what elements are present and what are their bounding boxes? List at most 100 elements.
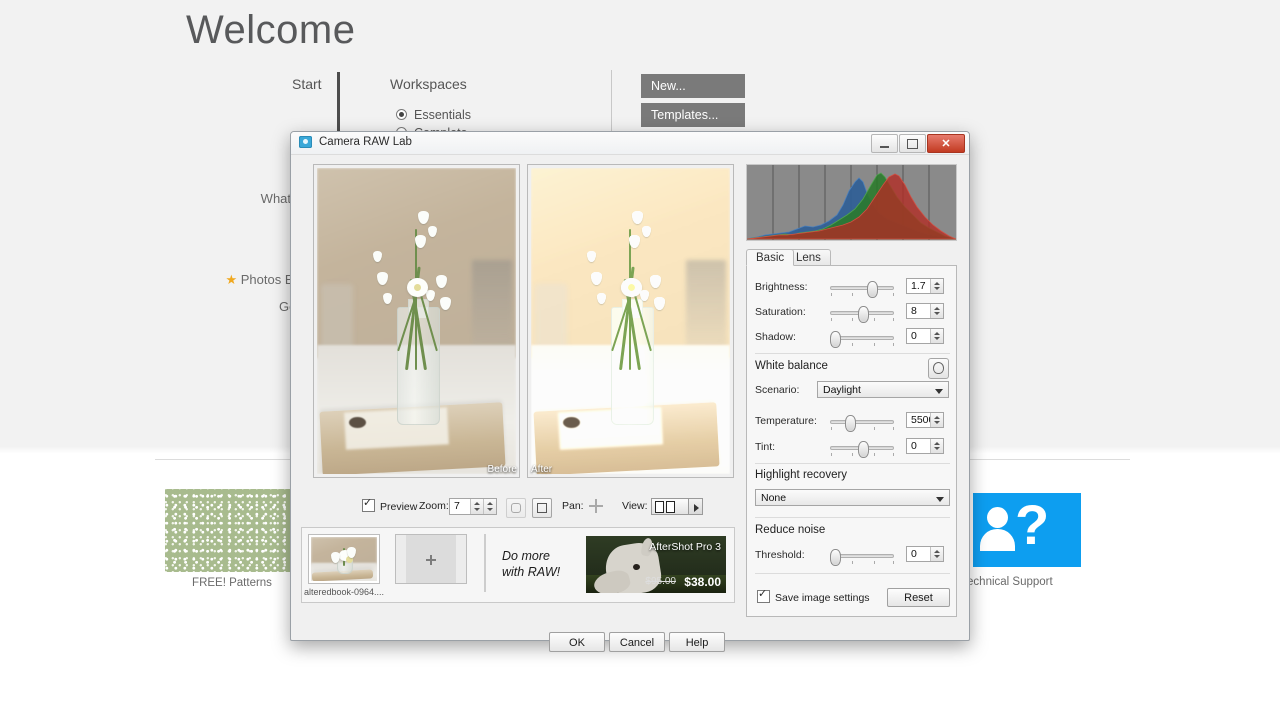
stepper-arrows[interactable] xyxy=(930,279,943,293)
basic-panel: Brightness: 1.7 Saturation: 8 Shadow: 0 … xyxy=(746,265,957,617)
dialog-titlebar[interactable]: Camera RAW Lab ✕ xyxy=(291,132,969,155)
divider-3 xyxy=(755,517,950,518)
tab-basic[interactable]: Basic xyxy=(746,249,795,266)
reset-button[interactable]: Reset xyxy=(887,588,950,607)
fit-to-window-button[interactable] xyxy=(506,498,526,518)
tint-stepper[interactable]: 0 xyxy=(906,438,944,454)
zoom-stepper[interactable]: 7 xyxy=(449,498,497,515)
highlight-recovery-value: None xyxy=(761,492,787,504)
slider-ticks xyxy=(830,293,895,296)
brightness-slider[interactable] xyxy=(830,281,895,298)
preview-checkbox-label: Preview xyxy=(380,501,418,513)
help-button[interactable]: Help xyxy=(669,632,725,652)
threshold-slider[interactable] xyxy=(830,549,895,566)
eyedropper-button[interactable] xyxy=(928,358,949,379)
thumbnail-scene xyxy=(311,537,377,581)
person-body-icon xyxy=(980,529,1015,551)
divider-2 xyxy=(755,463,950,464)
promo-old-price: $95.00 xyxy=(645,576,676,587)
tint-slider[interactable] xyxy=(830,441,895,458)
thumbnail-item[interactable] xyxy=(308,534,380,584)
temperature-slider[interactable] xyxy=(830,415,895,432)
shadow-row: Shadow: 0 xyxy=(747,328,958,348)
brightness-stepper[interactable]: 1.7 xyxy=(906,278,944,294)
shadow-stepper[interactable]: 0 xyxy=(906,328,944,344)
stepper-arrows[interactable] xyxy=(930,304,943,318)
close-button[interactable]: ✕ xyxy=(927,134,965,153)
zoom-spinner-arrows[interactable] xyxy=(470,499,483,514)
question-mark-icon: ? xyxy=(1015,493,1050,556)
new-button[interactable]: New... xyxy=(641,74,745,98)
camera-raw-lab-dialog: Camera RAW Lab ✕ Before After ✓Preview Z… xyxy=(290,131,970,652)
threshold-label: Threshold: xyxy=(755,549,805,561)
slider-thumb[interactable] xyxy=(857,441,869,458)
workspaces-label: Workspaces xyxy=(390,76,467,92)
slider-thumb[interactable] xyxy=(845,415,857,432)
saturation-slider[interactable] xyxy=(830,306,895,323)
minimize-icon xyxy=(880,145,889,148)
split-view-button[interactable] xyxy=(651,498,689,515)
stepper-arrows[interactable] xyxy=(930,439,943,453)
sidebar-link-get[interactable]: G xyxy=(190,245,300,260)
stepper-arrows[interactable] xyxy=(930,413,943,427)
dialog-body: Before After ✓Preview Zoom: 7 Pan: View:… xyxy=(291,155,969,652)
thumbnail-image xyxy=(311,537,377,581)
view-label: View: xyxy=(622,500,648,512)
zoom-dropdown-arrow[interactable] xyxy=(483,499,496,514)
save-image-settings-label: Save image settings xyxy=(775,592,870,604)
filmstrip-divider xyxy=(484,534,486,592)
before-image-inner xyxy=(317,168,516,474)
actual-size-button[interactable] xyxy=(532,498,552,518)
brightness-label: Brightness: xyxy=(755,281,808,293)
sidebar-link-photos-every[interactable]: ★ Photos Ev xyxy=(190,272,300,288)
threshold-stepper[interactable]: 0 xyxy=(906,546,944,562)
add-image-button[interactable] xyxy=(395,534,467,584)
saturation-stepper[interactable]: 8 xyxy=(906,303,944,319)
threshold-row: Threshold: 0 xyxy=(747,546,958,566)
stepper-arrows[interactable] xyxy=(930,329,943,343)
shadow-slider[interactable] xyxy=(830,331,895,348)
tint-value: 0 xyxy=(911,440,917,452)
photo-scene xyxy=(317,168,516,474)
before-preview-image[interactable]: Before xyxy=(313,164,520,478)
sidebar-link-get-started[interactable]: Get xyxy=(190,299,300,314)
sidebar-link-whats-new[interactable]: What's xyxy=(190,191,300,206)
zoom-label: Zoom: xyxy=(419,500,449,512)
nav-start-label[interactable]: Start xyxy=(292,76,322,92)
highlight-recovery-select[interactable]: None xyxy=(755,489,950,506)
pan-move-icon[interactable] xyxy=(588,498,604,514)
minimize-button[interactable] xyxy=(871,134,898,153)
scenario-select[interactable]: Daylight xyxy=(817,381,949,398)
save-image-settings-checkbox[interactable]: Save image settings xyxy=(757,587,870,604)
temperature-stepper[interactable]: 5500 xyxy=(906,412,944,428)
maximize-icon xyxy=(907,138,918,149)
preview-checkbox[interactable]: Preview xyxy=(362,496,418,513)
scenario-value: Daylight xyxy=(823,384,861,396)
checkbox-icon xyxy=(757,587,770,603)
scenario-label: Scenario: xyxy=(755,384,800,396)
slider-thumb[interactable] xyxy=(857,306,869,323)
tile-free-patterns[interactable] xyxy=(165,489,300,572)
divider-1 xyxy=(755,353,950,354)
promo-banner[interactable]: AfterShot Pro 3 $95.00 $38.00 xyxy=(586,536,726,593)
filmstrip: alteredbook-0964.... Do more with RAW! A… xyxy=(301,527,735,603)
cancel-button[interactable]: Cancel xyxy=(609,632,665,652)
after-preview-image[interactable]: After xyxy=(527,164,734,478)
after-label: After xyxy=(531,464,553,475)
slider-thumb[interactable] xyxy=(830,549,841,566)
person-icon xyxy=(987,507,1008,528)
horse-eye xyxy=(633,564,640,570)
stepper-arrows[interactable] xyxy=(930,547,943,561)
templates-button[interactable]: Templates... xyxy=(641,103,745,127)
ok-button[interactable]: OK xyxy=(549,632,605,652)
workspace-option-essentials[interactable]: Essentials xyxy=(396,108,471,122)
view-options-chevron-right-icon[interactable] xyxy=(689,498,703,515)
dialog-title: Camera RAW Lab xyxy=(319,136,412,148)
slider-thumb[interactable] xyxy=(867,281,879,298)
tile-technical-support[interactable]: ? xyxy=(973,493,1081,567)
tint-label: Tint: xyxy=(755,441,776,453)
page-title: Welcome xyxy=(186,8,356,52)
slider-thumb[interactable] xyxy=(830,331,841,348)
maximize-button[interactable] xyxy=(899,134,926,153)
support-thumbnail: ? xyxy=(973,493,1081,567)
